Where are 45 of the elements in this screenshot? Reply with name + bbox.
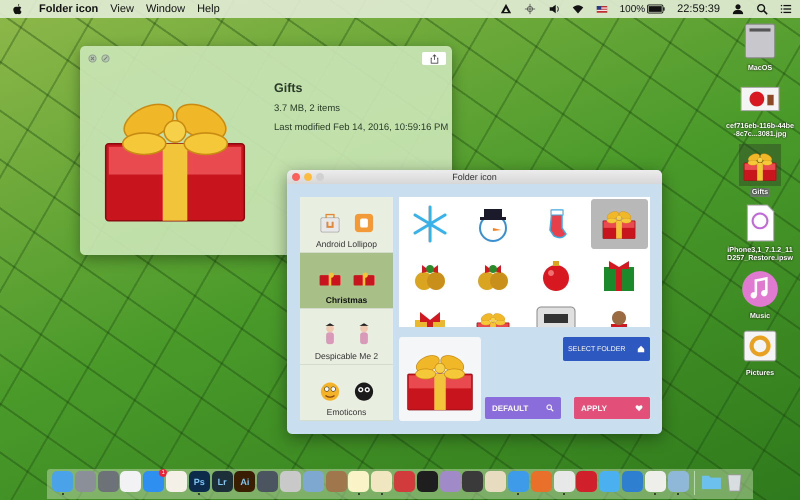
app-icon[interactable]: [462, 471, 484, 492]
heart-icon: [635, 404, 643, 412]
default-button[interactable]: DEFAULT: [485, 397, 561, 419]
menu-item[interactable]: View: [110, 3, 134, 15]
file-size: 3.7 MB, 2 items: [274, 103, 341, 114]
category-label: Android Lollipop: [316, 239, 377, 249]
category-item[interactable]: Christmas: [300, 253, 393, 309]
app-icon[interactable]: Ps: [188, 471, 210, 492]
user-icon[interactable]: [732, 3, 744, 15]
expand-icon[interactable]: [101, 54, 110, 63]
app-icon[interactable]: Ai: [234, 471, 256, 492]
modified-date: Last modified Feb 14, 2016, 10:59:16 PM: [274, 122, 448, 133]
home-icon: [637, 345, 645, 353]
triangle-icon[interactable]: [500, 3, 512, 15]
apple-logo-icon[interactable]: [12, 3, 23, 15]
category-item[interactable]: Emoticons: [300, 365, 393, 421]
share-icon: [430, 54, 438, 64]
app-menu[interactable]: Folder icon: [39, 3, 98, 15]
icon-tile[interactable]: [590, 199, 648, 249]
clock[interactable]: 22:59:39: [677, 3, 720, 15]
volume-icon[interactable]: [548, 3, 560, 15]
close-icon[interactable]: [88, 54, 97, 63]
app-icon[interactable]: [257, 471, 278, 492]
flag-icon[interactable]: [596, 3, 608, 15]
apply-button[interactable]: APPLY: [574, 397, 650, 419]
app-icon[interactable]: Lr: [212, 471, 233, 492]
gift-folder-icon[interactable]: [739, 144, 781, 186]
app-icon[interactable]: [416, 471, 438, 492]
window-title: Folder icon: [452, 172, 497, 182]
category-label: Christmas: [326, 295, 368, 305]
category-item[interactable]: Despicable Me 2: [300, 309, 393, 365]
search-icon[interactable]: [756, 3, 768, 15]
wifi-icon[interactable]: [572, 3, 584, 15]
menu-item[interactable]: Window: [146, 3, 186, 15]
network-icon[interactable]: [524, 3, 536, 15]
category-label: Emoticons: [326, 407, 366, 417]
list-icon[interactable]: [780, 3, 792, 15]
share-button[interactable]: [422, 52, 446, 65]
menu-item[interactable]: Help: [197, 3, 220, 15]
close-button[interactable]: [292, 173, 300, 181]
battery-icon[interactable]: [647, 4, 666, 14]
battery-percent: 100%: [620, 4, 646, 14]
file-name: Gifts: [274, 81, 304, 95]
search-icon: [546, 404, 554, 412]
category-label: Despicable Me 2: [314, 351, 378, 361]
